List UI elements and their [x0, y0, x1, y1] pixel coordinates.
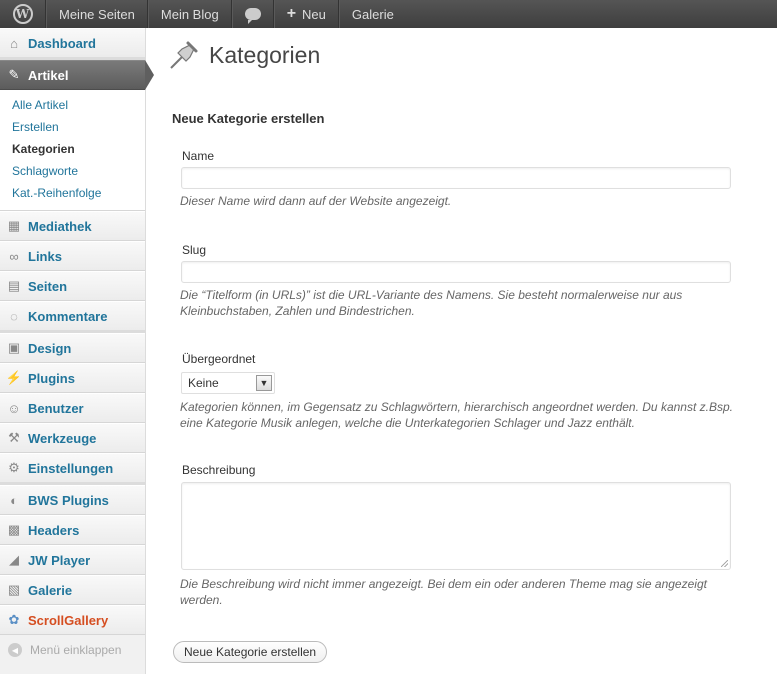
create-category-button[interactable]: Neue Kategorie erstellen — [173, 641, 328, 663]
menu-label: Kommentare — [28, 308, 108, 324]
collapse-arrow-icon: ◀ — [8, 643, 22, 657]
submenu-erstellen[interactable]: Erstellen — [0, 116, 145, 138]
menu-label: Design — [28, 340, 72, 356]
pushpin-icon: ✎ — [8, 67, 20, 82]
slug-label: Slug — [182, 243, 207, 257]
menu-label: ScrollGallery — [28, 612, 109, 628]
parent-label: Übergeordnet — [182, 352, 256, 366]
pushpin-icon — [170, 41, 198, 69]
plus-icon: + — [286, 5, 297, 22]
collapse-label: Menü einklappen — [30, 643, 122, 657]
comment-bubble-icon — [244, 8, 261, 24]
admin-bar: W Meine Seiten Mein Blog + Neu Galerie — [0, 0, 777, 28]
admin-sidebar: ⌂ Dashboard ✎ Artikel Alle Artikel Erstell… — [0, 28, 154, 674]
name-label: Name — [182, 149, 215, 163]
section-title: Neue Kategorie erstellen — [172, 111, 325, 126]
gallery-icon: ▧ — [7, 582, 21, 597]
menu-label: Seiten — [28, 278, 68, 294]
name-input[interactable] — [181, 167, 731, 189]
parent-help: Kategorien können, im Gegensatz zu Schla… — [180, 400, 733, 430]
home-icon: ⌂ — [10, 35, 18, 51]
adminbar-my-sites[interactable]: Meine Seiten — [46, 0, 148, 28]
jw-player-icon: ◢ — [9, 552, 19, 567]
settings-icon: ⚙ — [8, 460, 20, 475]
artikel-submenu: Alle Artikel Erstellen Kategorien Schlag… — [0, 90, 145, 211]
menu-label: Dashboard — [28, 35, 96, 51]
menu-label: BWS Plugins — [28, 492, 109, 508]
menu-label: Plugins — [28, 370, 75, 386]
parent-select[interactable]: Keine ▼ — [181, 372, 275, 394]
plugin-icon: ⚡ — [5, 370, 23, 385]
slug-help: Die “Titelform (in URLs)” ist die URL-Va… — [180, 288, 683, 318]
main-content: Kategorien Neue Kategorie erstellen Name… — [147, 28, 777, 674]
bws-icon: ◐ — [10, 492, 18, 508]
menu-mediathek[interactable]: ▦ Mediathek — [0, 211, 145, 241]
page-title: Kategorien — [209, 42, 321, 68]
menu-einstellungen[interactable]: ⚙ Einstellungen — [0, 453, 145, 485]
users-icon: ☺ — [7, 400, 21, 416]
menu-label: Links — [28, 248, 62, 264]
menu-label: Benutzer — [28, 400, 84, 416]
menu-headers[interactable]: ▩ Headers — [0, 515, 145, 545]
collapse-menu-button[interactable]: ◀ Menü einklappen — [0, 635, 145, 665]
menu-artikel[interactable]: ✎ Artikel — [0, 60, 154, 90]
menu-benutzer[interactable]: ☺ Benutzer — [0, 393, 145, 423]
wordpress-logo-icon[interactable]: W — [0, 0, 46, 28]
menu-plugins[interactable]: ⚡ Plugins — [0, 363, 145, 393]
headers-icon: ▩ — [7, 522, 21, 537]
adminbar-my-blog[interactable]: Mein Blog — [147, 0, 232, 28]
menu-label: Werkzeuge — [28, 430, 97, 446]
adminbar-gallery[interactable]: Galerie — [338, 0, 406, 28]
menu-label: Headers — [28, 522, 80, 538]
adminbar-comments[interactable] — [231, 0, 274, 28]
submenu-kat-reihenfolge[interactable]: Kat.-Reihenfolge — [0, 182, 145, 204]
description-textarea[interactable] — [181, 482, 731, 570]
scrollgallery-icon: ✿ — [8, 612, 20, 627]
comments-icon: ◌ — [10, 308, 18, 324]
menu-label: JW Player — [28, 552, 91, 568]
submenu-schlagworte[interactable]: Schlagworte — [0, 160, 145, 182]
link-icon: ∞ — [9, 248, 19, 264]
parent-select-value: Keine — [188, 376, 219, 390]
menu-seiten[interactable]: ▤ Seiten — [0, 271, 145, 301]
submenu-kategorien[interactable]: Kategorien — [0, 138, 145, 160]
name-help: Dieser Name wird dann auf der Website an… — [180, 194, 452, 208]
media-icon: ▦ — [7, 218, 21, 233]
menu-werkzeuge[interactable]: ⚒ Werkzeuge — [0, 423, 145, 453]
tools-icon: ⚒ — [8, 430, 20, 445]
submenu-alle-artikel[interactable]: Alle Artikel — [0, 94, 145, 116]
menu-dashboard[interactable]: ⌂ Dashboard — [0, 28, 145, 60]
appearance-icon: ▣ — [7, 340, 21, 355]
menu-galerie[interactable]: ▧ Galerie — [0, 575, 145, 605]
menu-jw-player[interactable]: ◢ JW Player — [0, 545, 145, 575]
menu-kommentare[interactable]: ◌ Kommentare — [0, 301, 145, 333]
slug-input[interactable] — [181, 261, 731, 283]
description-label: Beschreibung — [182, 463, 256, 477]
chevron-down-icon: ▼ — [256, 375, 272, 391]
adminbar-new-label: Neu — [302, 6, 326, 22]
menu-label: Artikel — [28, 67, 69, 83]
pages-icon: ▤ — [7, 278, 21, 293]
menu-scrollgallery[interactable]: ✿ ScrollGallery — [0, 605, 145, 635]
menu-label: Einstellungen — [28, 460, 114, 476]
menu-links[interactable]: ∞ Links — [0, 241, 145, 271]
adminbar-new[interactable]: + Neu — [273, 0, 339, 28]
menu-design[interactable]: ▣ Design — [0, 333, 145, 363]
menu-label: Galerie — [28, 582, 73, 598]
description-help: Die Beschreibung wird nicht immer angeze… — [180, 577, 707, 607]
menu-bws-plugins[interactable]: ◐ BWS Plugins — [0, 485, 145, 515]
menu-label: Mediathek — [28, 218, 92, 234]
